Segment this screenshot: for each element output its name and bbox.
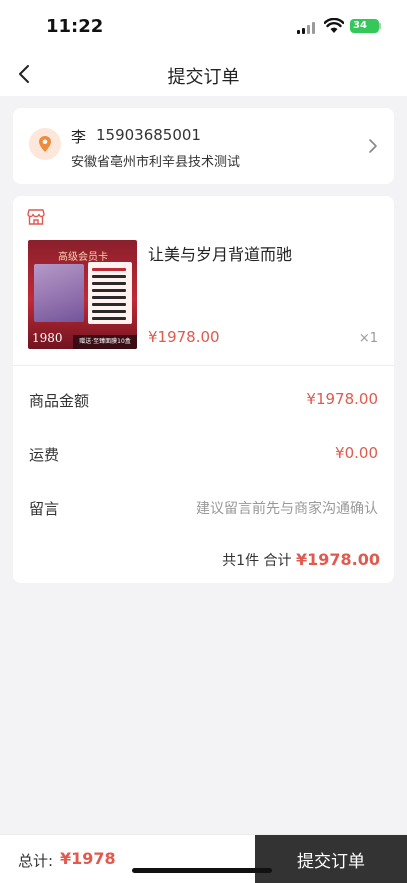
recipient-phone: 15903685001 <box>96 126 201 144</box>
goods-amount-label: 商品金额 <box>29 392 90 410</box>
total-value: ¥1978 <box>60 849 116 868</box>
order-summary: 共1件 合计 ¥1978.00 <box>222 550 380 570</box>
total-label: 总计: <box>18 852 54 870</box>
page-title: 提交订单 <box>167 67 240 88</box>
product-image[interactable]: 高级会员卡 1980 赠送·至臻面膜10盒 <box>28 240 137 349</box>
battery-icon: 34 <box>350 19 379 33</box>
note-row: 留言 建议留言前先与商家沟通确认 <box>29 498 378 522</box>
note-label: 留言 <box>29 500 60 518</box>
address-card[interactable]: 李 15903685001 安徽省亳州市利辛县技术测试 <box>13 108 394 184</box>
subtotal-amount: ¥1978.00 <box>295 550 380 569</box>
shipping-row: 运费 ¥0.00 <box>29 444 378 468</box>
address-detail: 安徽省亳州市利辛县技术测试 <box>71 155 241 170</box>
shipping-label: 运费 <box>29 446 60 464</box>
subtotal-label: 合计 <box>263 553 292 569</box>
product-price: ¥1978.00 <box>148 328 220 346</box>
product-title[interactable]: 让美与岁月背道而驰 <box>148 241 292 265</box>
goods-amount-value: ¥1978.00 <box>306 390 378 408</box>
goods-amount-row: 商品金额 ¥1978.00 <box>29 390 378 414</box>
order-card: 高级会员卡 1980 赠送·至臻面膜10盒 让美与岁月背道而驰 ¥1978.00… <box>13 196 394 583</box>
chevron-right-icon <box>369 139 377 153</box>
item-count: 共1件 <box>222 553 260 569</box>
recipient-name: 李 <box>71 128 87 146</box>
wifi-icon <box>324 18 344 33</box>
shipping-value: ¥0.00 <box>335 444 378 462</box>
home-indicator[interactable] <box>132 868 272 873</box>
location-pin-icon <box>29 128 61 160</box>
signal-icon <box>297 22 317 34</box>
submit-order-button[interactable]: 提交订单 <box>255 835 407 883</box>
divider <box>13 365 394 366</box>
battery-tip <box>379 23 381 29</box>
product-quantity: ×1 <box>358 331 378 346</box>
note-input[interactable]: 建议留言前先与商家沟通确认 <box>196 498 378 518</box>
status-time: 11:22 <box>46 16 104 37</box>
bottom-bar: 总计: ¥1978 提交订单 <box>0 834 407 883</box>
store-icon <box>27 209 45 225</box>
status-bar: 11:22 34 <box>0 0 407 52</box>
nav-bar: 提交订单 <box>0 52 407 96</box>
